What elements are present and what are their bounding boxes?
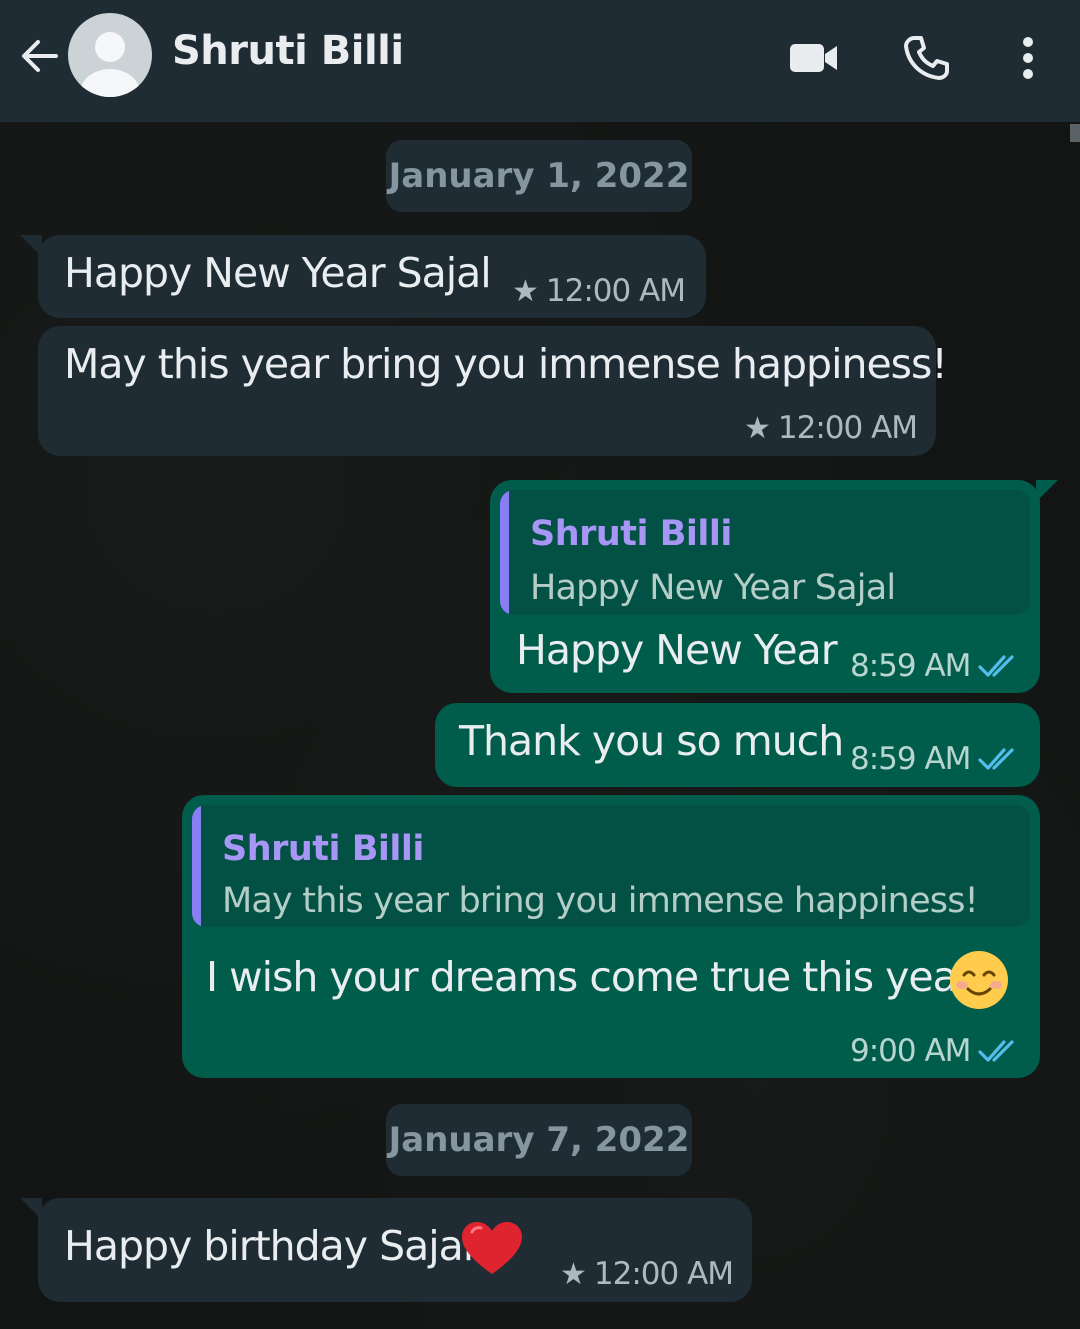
message-text: Happy birthday Sajal — [64, 1222, 474, 1270]
message-text: I wish your dreams come true this year — [206, 953, 974, 1001]
message-meta: 9:00 AM — [850, 1033, 1018, 1069]
message-text: Happy New Year Sajal — [64, 249, 492, 297]
quote-text: May this year bring you immense happines… — [222, 881, 979, 921]
outgoing-message[interactable]: Shruti Billi Happy New Year Sajal Happy … — [490, 480, 1058, 693]
read-ticks-icon — [978, 1040, 1015, 1062]
red-heart-icon — [462, 1222, 522, 1274]
quote-text: Happy New Year Sajal — [530, 568, 896, 608]
incoming-message[interactable]: May this year bring you immense happines… — [38, 326, 948, 456]
more-options-icon[interactable] — [1000, 30, 1056, 86]
incoming-message[interactable]: Happy New Year Sajal ★ 12:00 AM — [20, 235, 706, 318]
message-meta: ★ 12:00 AM — [560, 1256, 734, 1292]
outgoing-message[interactable]: Shruti Billi May this year bring you imm… — [182, 795, 1040, 1078]
chat-header: Shruti Billi — [0, 0, 1080, 122]
date-divider: January 1, 2022 — [386, 140, 692, 212]
avatar[interactable] — [68, 13, 152, 97]
message-time: 8:59 AM — [850, 741, 971, 777]
star-icon: ★ — [744, 410, 771, 446]
back-arrow-icon[interactable] — [18, 34, 62, 78]
message-meta: ★ 12:00 AM — [512, 273, 686, 309]
quote-sender: Shruti Billi — [222, 829, 424, 869]
message-text: Thank you so much — [459, 717, 844, 765]
contact-name[interactable]: Shruti Billi — [172, 28, 404, 74]
message-time: 8:59 AM — [850, 648, 971, 684]
message-meta: 8:59 AM — [850, 648, 1018, 684]
message-meta: 8:59 AM — [850, 741, 1018, 777]
read-ticks-icon — [978, 655, 1015, 677]
outgoing-message[interactable]: Thank you so much 8:59 AM — [435, 703, 1040, 787]
scrollbar-thumb[interactable] — [1070, 124, 1080, 142]
message-text: May this year bring you immense happines… — [64, 340, 948, 388]
quoted-reply[interactable]: Shruti Billi Happy New Year Sajal — [500, 490, 1030, 615]
quote-sender: Shruti Billi — [530, 514, 732, 554]
star-icon: ★ — [560, 1256, 587, 1292]
phone-icon[interactable] — [898, 30, 954, 86]
message-text: Happy New Year — [516, 626, 838, 674]
star-icon: ★ — [512, 273, 539, 309]
read-ticks-icon — [978, 748, 1015, 770]
message-time: 12:00 AM — [545, 273, 686, 309]
date-divider: January 7, 2022 — [386, 1104, 692, 1176]
video-call-icon[interactable] — [786, 30, 842, 86]
message-time: 12:00 AM — [777, 410, 918, 446]
message-time: 12:00 AM — [593, 1256, 734, 1292]
incoming-message[interactable]: Happy birthday Sajal ★ 12:00 AM — [20, 1198, 752, 1302]
message-meta: ★ 12:00 AM — [744, 410, 918, 446]
quoted-reply[interactable]: Shruti Billi May this year bring you imm… — [192, 805, 1030, 927]
smiling-face-icon — [950, 951, 1008, 1009]
quote-accent-bar — [500, 490, 509, 615]
quote-accent-bar — [192, 805, 201, 927]
message-time: 9:00 AM — [850, 1033, 971, 1069]
